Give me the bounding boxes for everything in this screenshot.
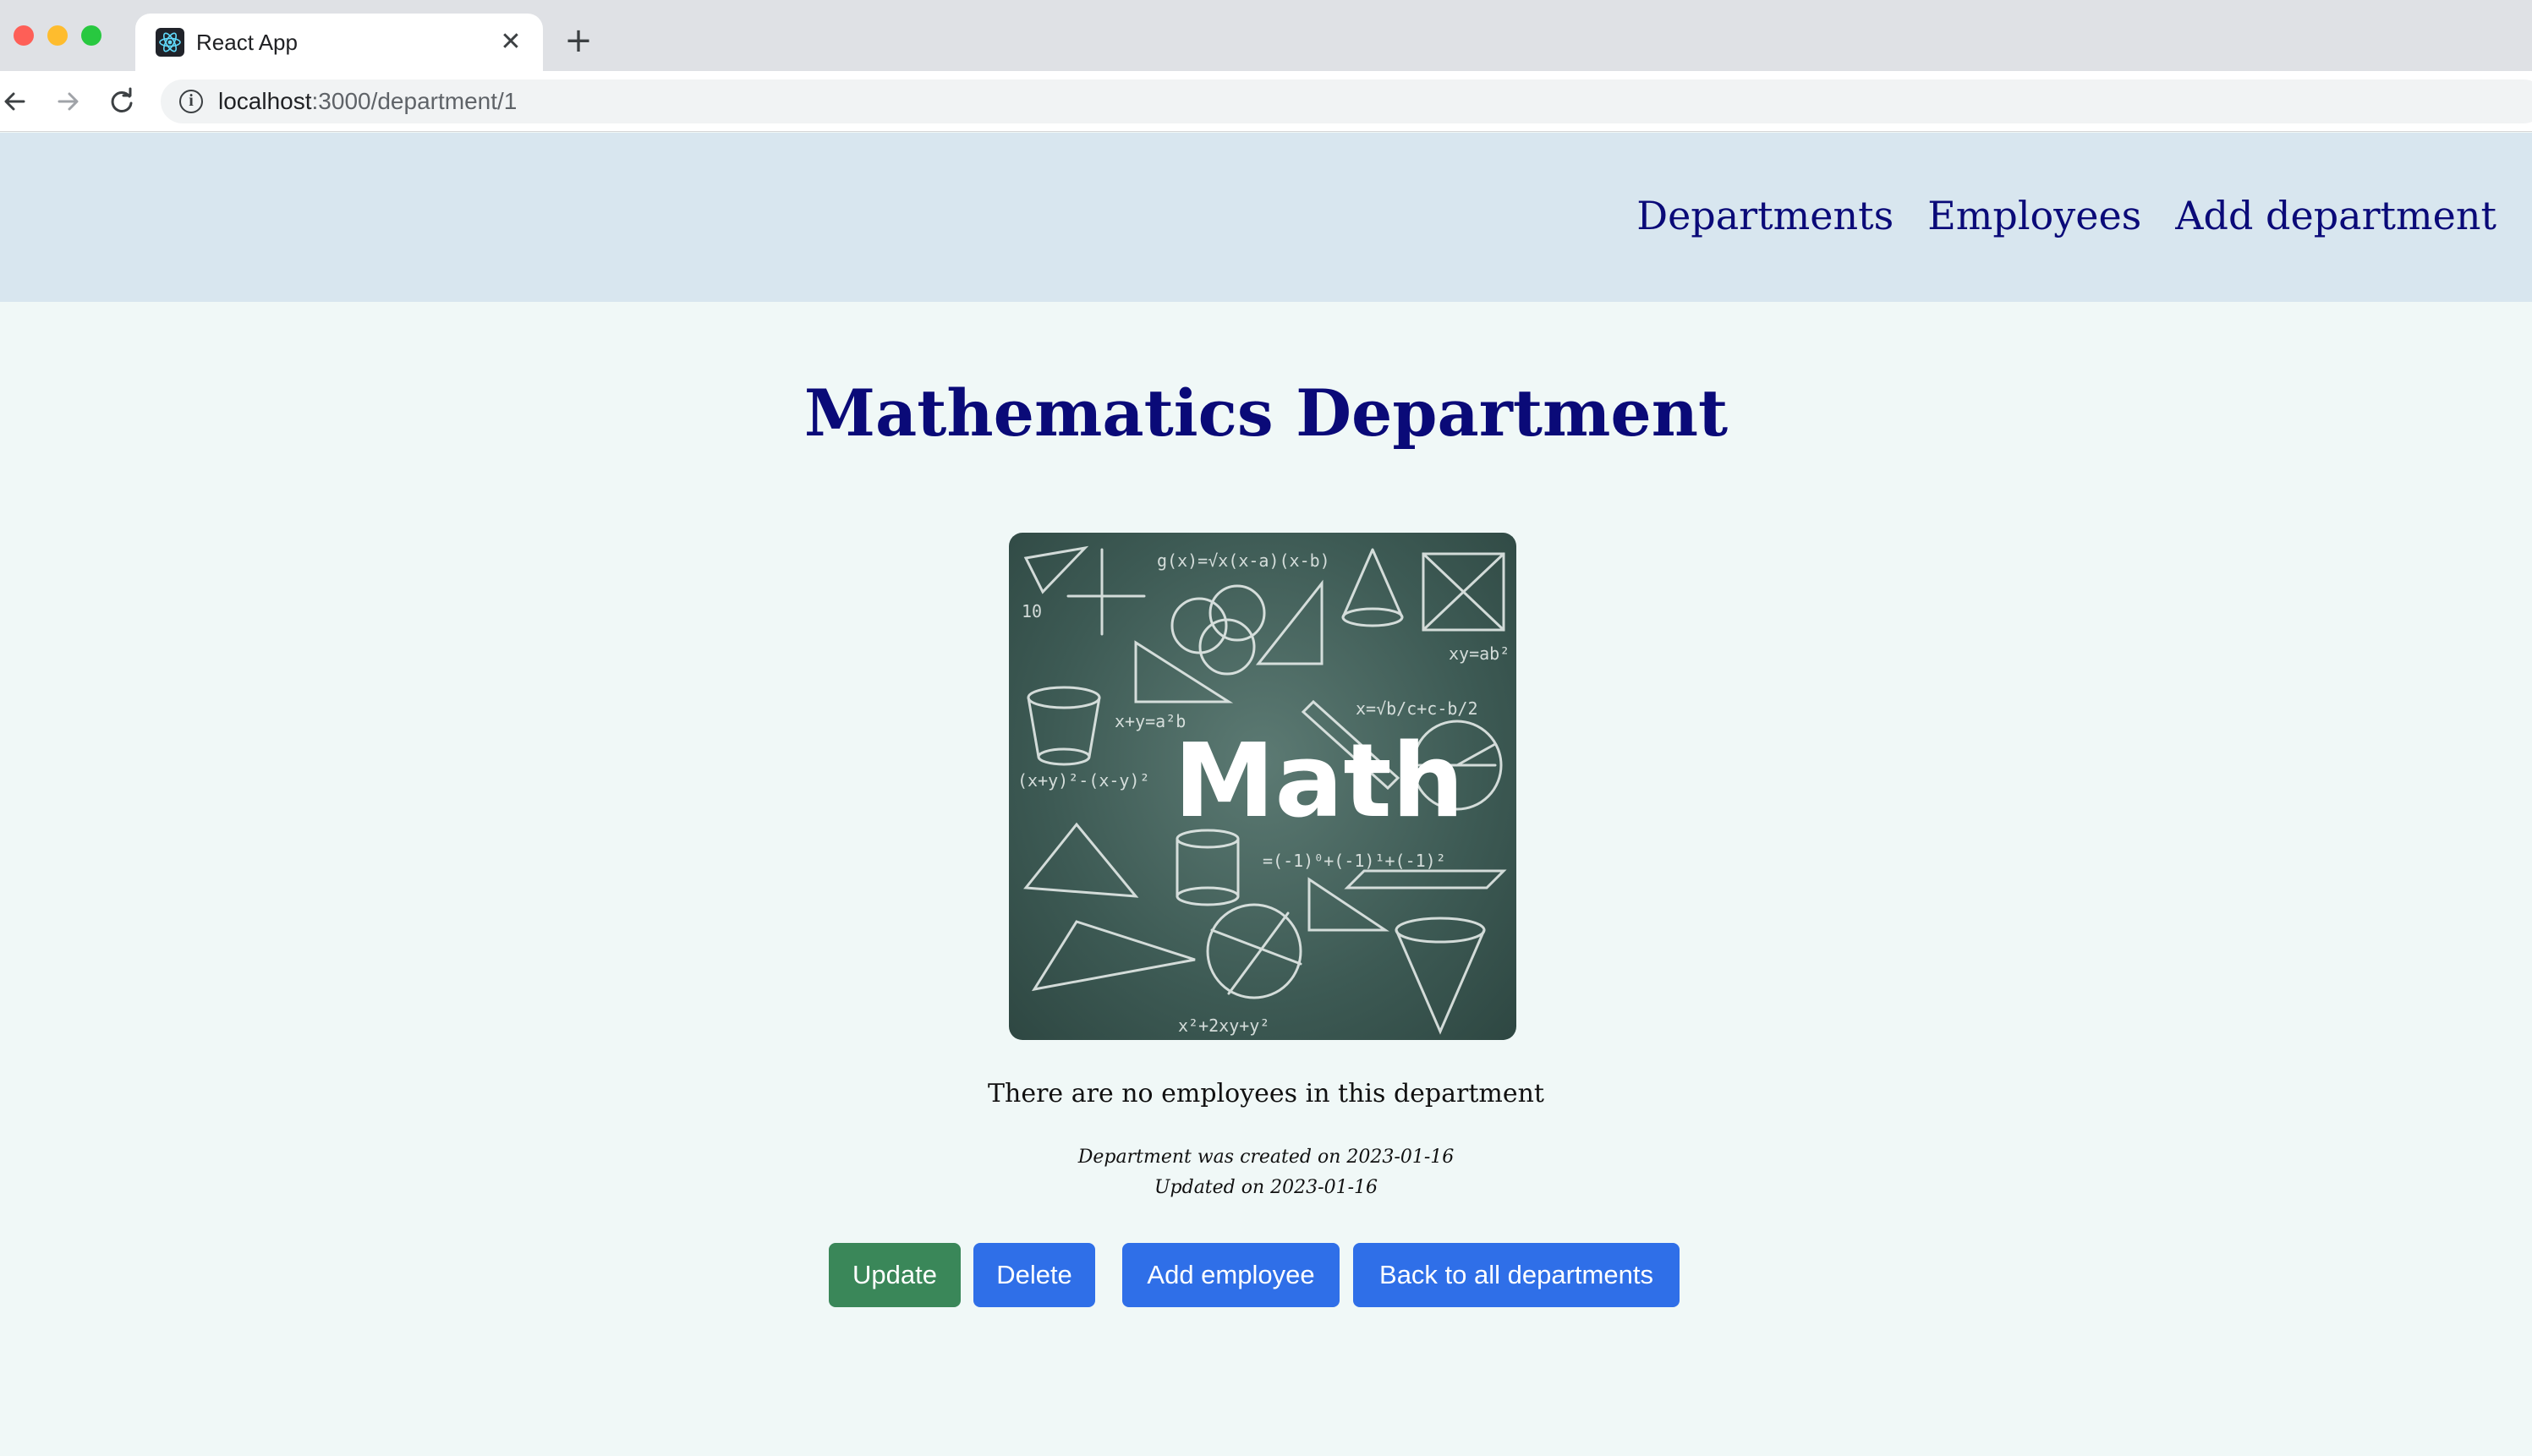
info-icon[interactable]: i — [179, 90, 203, 113]
browser-tab-bar: React App ✕ + — [0, 0, 2532, 71]
arrow-right-icon[interactable] — [49, 83, 86, 120]
add-employee-button[interactable]: Add employee — [1122, 1243, 1340, 1307]
reload-icon[interactable] — [103, 83, 140, 120]
browser-tab[interactable]: React App ✕ — [135, 14, 543, 71]
new-tab-button[interactable]: + — [562, 24, 595, 57]
department-image: g(x)=√x(x-a)(x-b) 10 x+y=a²b x=√b/c+c-b/… — [1009, 533, 1516, 1040]
update-button[interactable]: Update — [829, 1243, 961, 1307]
window-close-dot[interactable] — [14, 25, 34, 46]
tab-close-icon[interactable]: ✕ — [494, 25, 528, 59]
page-title: Mathematics Department — [803, 375, 1729, 451]
tab-title: React App — [196, 30, 298, 55]
nav-link-add-department[interactable]: Add department — [2175, 190, 2496, 241]
svg-text:xy=ab²: xy=ab² — [1449, 643, 1510, 664]
main-content: Mathematics Department g(x)=√x(x-a)(x-b)… — [0, 302, 2532, 1456]
nav-link-departments[interactable]: Departments — [1636, 190, 1894, 241]
nav-link-employees[interactable]: Employees — [1927, 190, 2141, 241]
window-minimize-dot[interactable] — [47, 25, 68, 46]
url-text: localhost:3000/department/1 — [218, 88, 518, 114]
address-bar[interactable]: i localhost:3000/department/1 — [161, 79, 2532, 123]
svg-text:10: 10 — [1022, 601, 1042, 621]
created-date-text: Department was created on 2023-01-16 — [1077, 1147, 1455, 1168]
back-to-departments-button[interactable]: Back to all departments — [1353, 1243, 1680, 1307]
chalkboard-math-text: Math — [1174, 723, 1464, 840]
window-maximize-dot[interactable] — [81, 25, 101, 46]
svg-text:=(-1)⁰+(-1)¹+(-1)²: =(-1)⁰+(-1)¹+(-1)² — [1263, 851, 1446, 871]
employees-message: There are no employees in this departmen… — [988, 1079, 1544, 1108]
arrow-left-icon[interactable] — [0, 83, 34, 120]
site-nav: Departments Employees Add department — [1636, 190, 2496, 241]
updated-date-text: Updated on 2023-01-16 — [1154, 1177, 1378, 1198]
svg-text:x=√b/c+c-b/2: x=√b/c+c-b/2 — [1356, 698, 1478, 719]
svg-text:g(x)=√x(x-a)(x-b): g(x)=√x(x-a)(x-b) — [1157, 550, 1330, 571]
site-header: Departments Employees Add department — [0, 133, 2532, 302]
browser-toolbar: i localhost:3000/department/1 — [0, 71, 2532, 132]
svg-text:x²+2xy+y²: x²+2xy+y² — [1178, 1015, 1269, 1036]
delete-button[interactable]: Delete — [973, 1243, 1095, 1307]
svg-text:(x+y)²-(x-y)²: (x+y)²-(x-y)² — [1017, 770, 1150, 791]
react-logo-icon — [156, 28, 184, 57]
